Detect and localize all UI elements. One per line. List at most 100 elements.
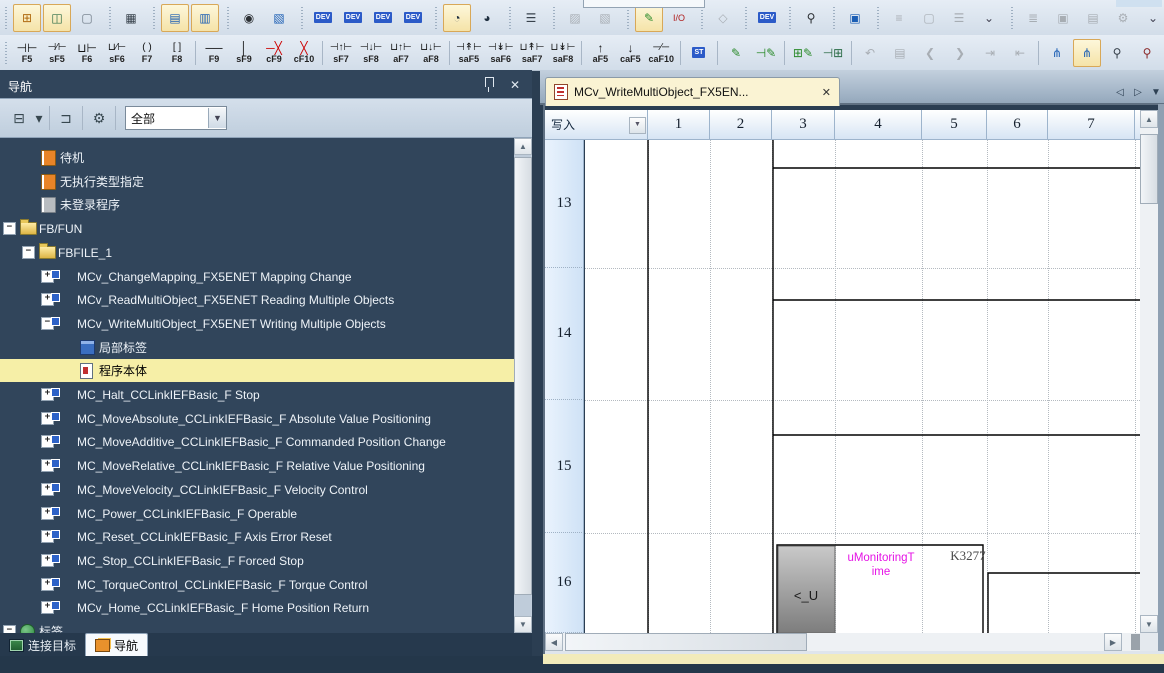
tab-connection-destination[interactable]: 连接目标 [0, 634, 85, 656]
tree-item-mcv-readmultiobject[interactable]: +MCv_ReadMultiObject_FX5ENET Reading Mul… [0, 288, 514, 311]
watch-start-icon[interactable]: ◔ [443, 4, 471, 32]
tree-item-mc-reset[interactable]: +MC_Reset_CCLinkIEFBasic_F Axis Error Re… [0, 525, 514, 548]
tab-list-dropdown-icon[interactable]: ▼ [1148, 84, 1164, 100]
device-monitor-icon[interactable]: DEV [399, 4, 427, 32]
device-initial-value-icon[interactable]: DEV [369, 4, 397, 32]
disabled-verify-icon[interactable]: ◇ [709, 4, 737, 32]
scroll-right-icon[interactable]: ▶ [1104, 633, 1122, 651]
horizontal-line-button[interactable]: ──F9 [200, 39, 228, 67]
tree-item-program-body[interactable]: 程序本体 [0, 359, 514, 382]
find-next-icon[interactable]: ❯ [946, 39, 974, 67]
invert-operation-button[interactable]: ─∕─caF10 [646, 39, 676, 67]
tree-item-no-exec-type[interactable]: 无执行类型指定 [0, 170, 514, 193]
tree-item-fbfile-1[interactable]: −FBFILE_1 [0, 241, 514, 264]
vertical-line-button[interactable]: │sF9 [230, 39, 258, 67]
statement-insert-icon[interactable]: ≡ [885, 4, 913, 32]
tree-item-fb-fun[interactable]: −FB/FUN [0, 217, 514, 240]
open-branch-button[interactable]: ⊔⊢F6 [73, 39, 101, 67]
tree-item-mc-movevelocity[interactable]: +MC_MoveVelocity_CCLinkIEFBasic_F Veloci… [0, 478, 514, 501]
rung-number-15[interactable]: 15 [545, 400, 584, 533]
chevron-down-icon[interactable]: ▼ [208, 108, 226, 128]
device-memory-icon[interactable]: DEV [339, 4, 367, 32]
tab-scroll-left-icon[interactable]: ◁ [1112, 84, 1128, 100]
tree-item-mcv-changemapping[interactable]: +MCv_ChangeMapping_FX5ENET Mapping Chang… [0, 265, 514, 288]
rising-pulse-button[interactable]: ⊣↑⊢sF7 [327, 39, 355, 67]
overwrite-mode-icon[interactable]: ⇤ [1006, 39, 1034, 67]
tree-item-mc-torquecontrol[interactable]: +MC_TorqueControl_CCLinkIEFBasic_F Torqu… [0, 573, 514, 596]
find-binoculars-icon[interactable]: ◉ [235, 4, 263, 32]
editor-vertical-scrollbar[interactable]: ▲ ▼ [1140, 110, 1158, 633]
application-instruction-button[interactable]: [ ]F8 [163, 39, 191, 67]
tab-navigation[interactable]: 导航 [85, 633, 148, 656]
view-settings-gear-icon[interactable]: ⚙ [87, 106, 111, 130]
open-contact-button[interactable]: ⊣⊢F5 [13, 39, 41, 67]
comparison-operator[interactable]: <_U [794, 588, 818, 603]
tree-item-mc-moveabsolute[interactable]: +MC_MoveAbsolute_CCLinkIEFBasic_F Absolu… [0, 407, 514, 430]
wire-branch-edit-icon[interactable]: ⋔ [1073, 39, 1101, 67]
tree-item-mc-stop[interactable]: +MC_Stop_CCLinkIEFBasic_F Forced Stop [0, 549, 514, 572]
tree-filter-dropdown[interactable]: 全部 ▼ [125, 106, 227, 130]
insert-mode-icon[interactable]: ⇥ [976, 39, 1004, 67]
falling-pulse-operation-button[interactable]: ↓caF5 [616, 39, 644, 67]
tree-item-mc-moverelative[interactable]: +MC_MoveRelative_CCLinkIEFBasic_F Relati… [0, 454, 514, 477]
toolbar-overflow-icon[interactable]: ⌄ [975, 4, 1003, 32]
tree-scrollbar-thumb[interactable] [514, 157, 532, 595]
rung-number-13[interactable]: 13 [545, 140, 584, 268]
delete-horizontal-line-button[interactable]: ─╳cF9 [260, 39, 288, 67]
ladder-search-icon[interactable]: ⚲ [1103, 39, 1131, 67]
vertical-scrollbar-thumb[interactable] [1140, 134, 1158, 204]
connection-test-icon[interactable]: ◫ [43, 4, 71, 32]
module-configuration-icon[interactable]: ▦ [117, 4, 145, 32]
window-zoom-icon[interactable]: ▣ [841, 4, 869, 32]
grid-mode-dropdown-icon[interactable]: ▼ [629, 117, 646, 134]
tree-expand-icon[interactable]: ⊐ [54, 106, 78, 130]
user-search-icon[interactable]: ⚲ [797, 4, 825, 32]
memo-display-icon[interactable]: ≣ [1019, 4, 1047, 32]
collapse-icon[interactable]: − [3, 222, 16, 235]
edit-contact-coil-button[interactable]: ⊣✎ [752, 39, 780, 67]
device-batch-icon[interactable]: DEV [753, 4, 781, 32]
pane-splitter-grip[interactable] [1131, 634, 1140, 650]
collapse-icon[interactable]: − [3, 625, 16, 633]
scroll-down-icon[interactable]: ▼ [1140, 615, 1158, 633]
coil-button[interactable]: ( )F7 [133, 39, 161, 67]
work-window-icon[interactable]: ▤ [161, 4, 189, 32]
parameter-list-icon[interactable]: ☰ [517, 4, 545, 32]
find-previous-icon[interactable]: ❮ [916, 39, 944, 67]
watch-register-icon[interactable]: ◕ [473, 4, 501, 32]
tree-item-mc-halt[interactable]: +MC_Halt_CCLinkIEFBasic_F Stop [0, 383, 514, 406]
statement-list-icon[interactable]: ☰ [945, 4, 973, 32]
grid-display-icon[interactable]: ▤ [1079, 4, 1107, 32]
closed-contact-button[interactable]: ⊣∕⊢sF5 [43, 39, 71, 67]
undo-entry-icon[interactable]: ↶ [856, 39, 884, 67]
statement-box-icon[interactable]: ▢ [915, 4, 943, 32]
tree-scrollbar[interactable]: ▲ ▼ [514, 138, 532, 633]
tree-item-mc-power[interactable]: +MC_Power_CCLinkIEFBasic_F Operable [0, 502, 514, 525]
tree-scroll-up-icon[interactable]: ▲ [514, 138, 532, 155]
collapse-icon[interactable]: − [22, 246, 35, 259]
user-setting-icon[interactable]: ⚙ [1109, 4, 1137, 32]
statement-edit-icon[interactable]: ▤ [886, 39, 914, 67]
toolbar-overflow2-icon[interactable]: ⌄ [1139, 4, 1164, 32]
ladder-edit-search-icon[interactable]: ⚲ [1133, 39, 1161, 67]
horizontal-scrollbar-thumb[interactable] [565, 633, 807, 651]
device-comment-icon[interactable]: DEV [309, 4, 337, 32]
wire-branch-icon[interactable]: ⋔ [1043, 39, 1071, 67]
navigation-window-icon[interactable]: ⊞ [13, 4, 41, 32]
cross-reference-icon[interactable]: ▧ [265, 4, 293, 32]
falling-pulse-button[interactable]: ⊣↓⊢sF8 [357, 39, 385, 67]
falling-pulse-close-branch-button[interactable]: ⊔↡⊢saF8 [549, 39, 578, 67]
ladder-canvas[interactable]: <_U uMonitoringT ime K3277 [585, 140, 1140, 633]
close-icon[interactable]: ✕ [506, 76, 524, 94]
tree-collapse-icon[interactable]: ⊟ [7, 106, 31, 130]
tree-item-label[interactable]: −标签 [0, 620, 514, 633]
tab-scroll-right-icon[interactable]: ▷ [1130, 84, 1146, 100]
edit-line-button[interactable]: ⊣⊞ [819, 39, 847, 67]
rising-pulse-operation-button[interactable]: ↑aF5 [586, 39, 614, 67]
tree-item-local-label[interactable]: 局部标签 [0, 336, 514, 359]
tree-item-mcv-writemultiobject[interactable]: −MCv_WriteMultiObject_FX5ENET Writing Mu… [0, 312, 514, 335]
document-tab-active[interactable]: MCv_WriteMultiObject_FX5EN... ✕ [545, 77, 840, 106]
editor-horizontal-scrollbar[interactable]: ◀ ▶ [545, 633, 1140, 651]
pin-icon[interactable] [480, 76, 498, 94]
edit-device-button[interactable]: ✎ [722, 39, 750, 67]
